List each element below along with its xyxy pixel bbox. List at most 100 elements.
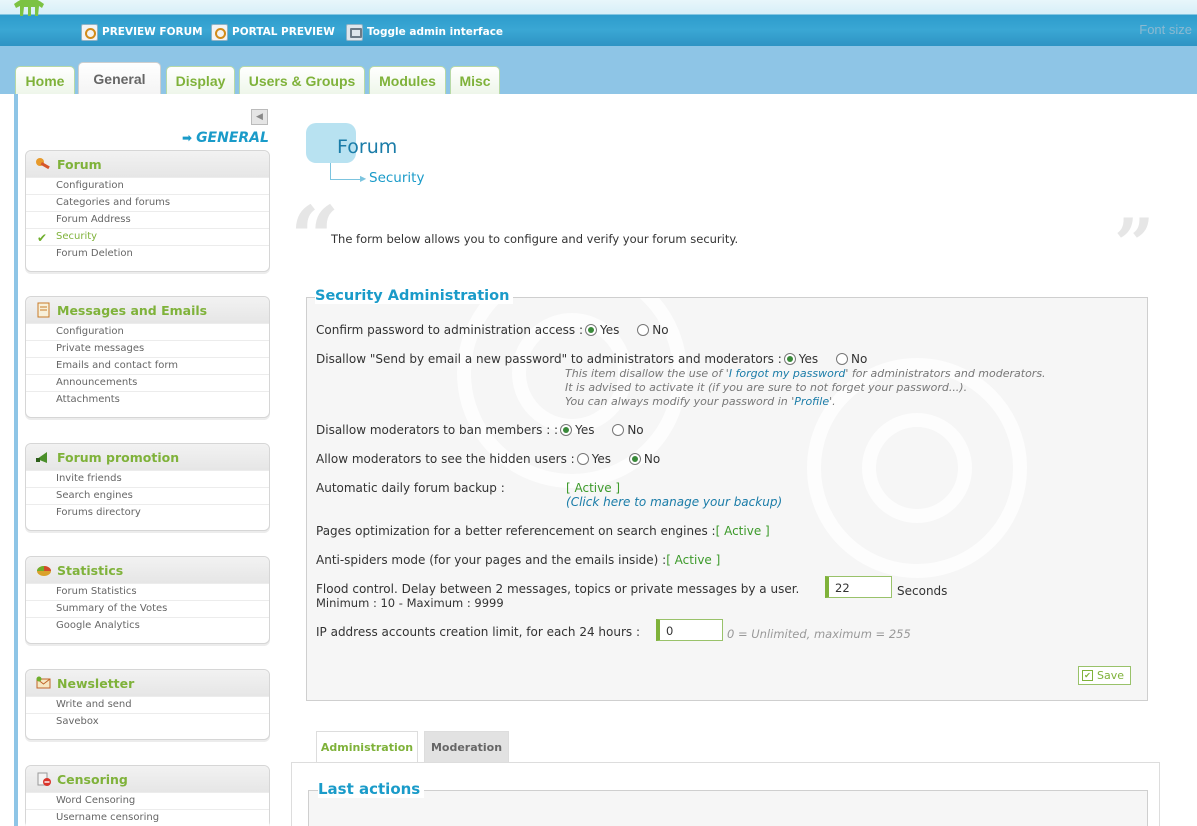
menu-header: Statistics [26, 557, 269, 583]
confirm-password-no-radio[interactable] [637, 324, 650, 336]
sidebar-item-forums-directory[interactable]: Forums directory [26, 504, 269, 521]
hidden-users-yes-radio[interactable] [576, 453, 589, 465]
sidebar-item-categories-forums[interactable]: Categories and forums [26, 194, 269, 211]
sidebar-item-invite-friends[interactable]: Invite friends [26, 470, 269, 487]
flood-label: Flood control. Delay between 2 messages,… [316, 582, 800, 596]
backup-status: [ Active ] [566, 481, 621, 495]
page-subtitle: Security [369, 170, 425, 186]
confirm-password-row: Confirm password to administration acces… [316, 323, 669, 337]
sidebar-item-write-send[interactable]: Write and send [26, 696, 269, 713]
menu-header: Forum [26, 151, 269, 177]
sidebar-item-summary-votes[interactable]: Summary of the Votes [26, 600, 269, 617]
pages-optimization-row: Pages optimization for a better referenc… [316, 524, 770, 538]
hint-line-1: This item disallow the use of 'I forgot … [565, 367, 1046, 380]
page-title: Forum [337, 136, 398, 158]
tab-modules[interactable]: Modules [369, 66, 446, 94]
last-actions-title: Last actions [318, 780, 425, 798]
tab-display[interactable]: Display [166, 66, 235, 94]
disallow-ban-yes-radio[interactable] [560, 424, 573, 436]
sidebar-item-forum-address[interactable]: Forum Address [26, 211, 269, 228]
manage-backup-link[interactable]: Click here to manage your backup [571, 495, 778, 509]
ip-limit-input[interactable]: 0 [656, 619, 723, 641]
section-label: ➡ GENERAL [182, 130, 269, 146]
checkmark-icon: ✔ [37, 231, 48, 245]
hint-line-3: You can always modify your password in '… [565, 395, 836, 408]
sidebar-item-private-messages[interactable]: Private messages [26, 340, 269, 357]
arrow-right-icon: ▶ [360, 174, 367, 183]
sidebar-item-forum-deletion[interactable]: Forum Deletion [26, 245, 269, 262]
checkmark-icon: ✔ [1082, 670, 1093, 681]
menu-header: Censoring [26, 766, 269, 792]
disallow-send-yes-radio[interactable] [783, 353, 796, 365]
sidebar-item-search-engines[interactable]: Search engines [26, 487, 269, 504]
tab-users-groups[interactable]: Users & Groups [239, 66, 365, 94]
menu-newsletter: Newsletter Write and send Savebox [25, 669, 270, 740]
menu-statistics: Statistics Forum Statistics Summary of t… [25, 556, 270, 644]
section-title: Security Administration [315, 288, 514, 304]
breadcrumb-connector [330, 163, 364, 180]
collapse-sidebar-button[interactable]: ◀ [251, 109, 268, 125]
last-actions-panel: Last actions [291, 762, 1160, 826]
menu-forum-promotion: Forum promotion Invite friends Search en… [25, 443, 270, 531]
key-wrench-icon [36, 158, 50, 170]
backup-label: Automatic daily forum backup : [316, 481, 505, 495]
tab-moderation[interactable]: Moderation [424, 731, 509, 762]
portal-preview-link[interactable]: PORTAL PREVIEW [211, 22, 335, 42]
sidebar-item-google-analytics[interactable]: Google Analytics [26, 617, 269, 634]
forgot-password-link[interactable]: I forgot my password [729, 367, 846, 380]
sidebar-item-savebox[interactable]: Savebox [26, 713, 269, 730]
main-content: Forum ▶ Security “ ” The form below allo… [276, 94, 1197, 826]
megaphone-icon [36, 452, 47, 463]
tab-home[interactable]: Home [15, 66, 75, 94]
disallow-ban-no-radio[interactable] [612, 424, 625, 436]
arrow-right-icon: ➡ [182, 131, 193, 145]
sidebar-item-configuration[interactable]: Configuration [26, 177, 269, 194]
menu-forum: Forum Configuration Categories and forum… [25, 150, 270, 272]
save-button[interactable]: ✔ Save [1078, 666, 1131, 685]
censor-icon [37, 772, 51, 786]
hidden-users-no-radio[interactable] [628, 453, 641, 465]
sidebar-item-username-censoring[interactable]: Username censoring [26, 809, 269, 826]
preview-forum-link[interactable]: PREVIEW FORUM [81, 22, 203, 42]
sidebar-item-attachments[interactable]: Attachments [26, 391, 269, 408]
ip-limit-note: 0 = Unlimited, maximum = 255 [727, 627, 911, 641]
sidebar-item-security[interactable]: ✔ Security [26, 228, 269, 245]
magnifier-icon [211, 23, 228, 41]
toggle-admin-link[interactable]: Toggle admin interface [346, 22, 503, 42]
disallow-send-no-radio[interactable] [836, 353, 848, 365]
monitor-icon [346, 23, 363, 41]
sidebar-item-configuration[interactable]: Configuration [26, 323, 269, 340]
sidebar-item-emails-contact[interactable]: Emails and contact form [26, 357, 269, 374]
menu-header: Newsletter [26, 670, 269, 696]
tab-misc[interactable]: Misc [450, 66, 500, 94]
forumotion-logo-icon [14, 0, 44, 16]
menu-header: Messages and Emails [26, 297, 269, 323]
tab-administration[interactable]: Administration [316, 731, 418, 762]
last-actions-fieldset [308, 790, 1148, 826]
sidebar-item-forum-statistics[interactable]: Forum Statistics [26, 583, 269, 600]
flood-unit: Seconds [897, 584, 948, 598]
intro-text: The form below allows you to configure a… [331, 232, 739, 246]
flood-delay-input[interactable]: 22 [825, 576, 892, 598]
security-form: Security Administration Confirm password… [306, 288, 1148, 701]
menu-censoring: Censoring Word Censoring Username censor… [25, 765, 270, 826]
confirm-password-yes-radio[interactable] [585, 324, 598, 336]
profile-link[interactable]: Profile [794, 395, 829, 408]
hidden-users-row: Allow moderators to see the hidden users… [316, 452, 661, 466]
ip-limit-label: IP address accounts creation limit, for … [316, 625, 640, 639]
font-size-control[interactable]: Font size [1139, 22, 1192, 37]
sidebar-item-announcements[interactable]: Announcements [26, 374, 269, 391]
pages-optimization-status[interactable]: [ Active ] [716, 524, 770, 538]
menu-messages-emails: Messages and Emails Configuration Privat… [25, 296, 270, 418]
document-icon [37, 302, 50, 318]
top-bar: PREVIEW FORUM PORTAL PREVIEW Toggle admi… [0, 0, 1197, 46]
flood-minmax: Minimum : 10 - Maximum : 9999 [316, 596, 504, 610]
anti-spiders-status[interactable]: [ Active ] [666, 553, 720, 567]
envelope-icon [36, 676, 51, 689]
sidebar-item-word-censoring[interactable]: Word Censoring [26, 792, 269, 809]
sidebar: ◀ ➡ GENERAL Forum Configuration Categorie… [14, 94, 276, 826]
tab-general[interactable]: General [78, 62, 161, 94]
manage-backup-row: (Click here to manage your backup) [566, 495, 783, 509]
magnifier-icon [81, 23, 98, 41]
disallow-send-row: Disallow "Send by email a new password" … [316, 352, 868, 366]
